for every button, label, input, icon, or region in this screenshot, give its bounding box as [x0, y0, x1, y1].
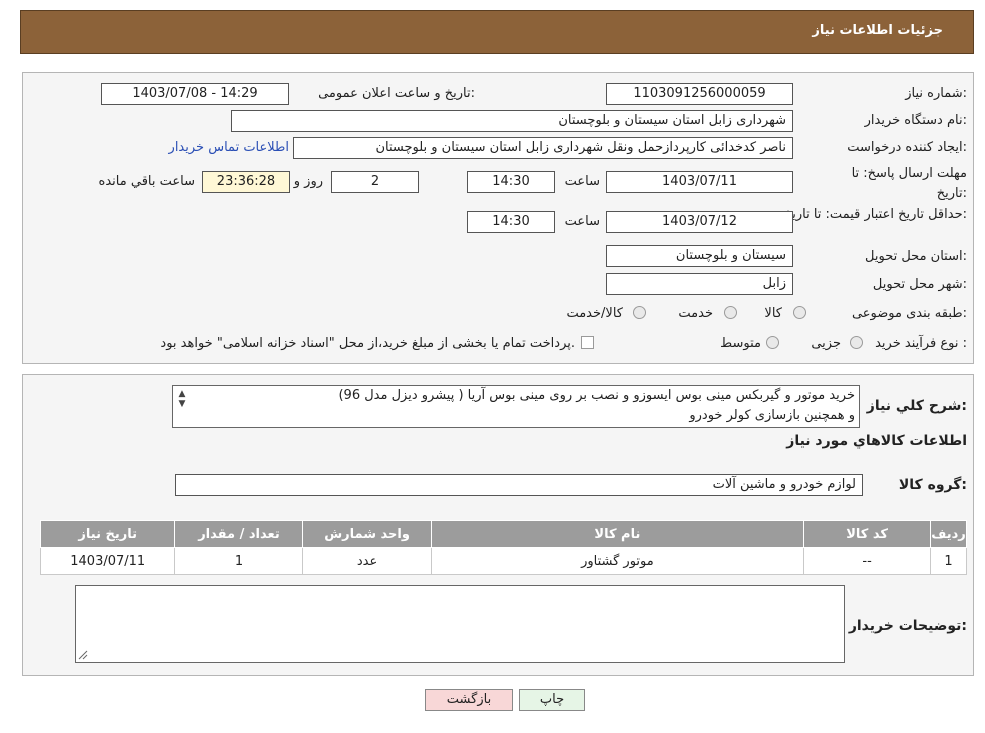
page-header: جزئیات اطلاعات نیاز: [20, 10, 974, 54]
description-line-2: و همچنین بازسازی کولر خودرو: [689, 408, 855, 423]
buyer-org-label: نام دستگاه خریدار:: [864, 113, 967, 128]
category-goods-service-radio[interactable]: [633, 306, 646, 319]
description-textarea[interactable]: خرید موتور و گیربکس مینی بوس ایسوزو و نص…: [172, 385, 860, 428]
validity-time-field: 14:30: [467, 211, 555, 233]
announce-datetime-field: 1403/07/08 - 14:29: [101, 83, 289, 105]
goods-table: ردیف کد کالا نام کالا واحد شمارش تعداد /…: [39, 520, 967, 575]
scroll-arrows-icon[interactable]: ▲ ▼: [175, 389, 189, 425]
buyer-org-field: شهرداری زابل استان سیستان و بلوچستان: [231, 110, 793, 132]
purchase-medium-label: متوسط: [720, 336, 761, 351]
cell-quantity: 1: [174, 547, 304, 575]
requester-label: ایجاد کننده درخواست:: [847, 140, 967, 155]
category-goods-service-label: کالا/خدمت: [566, 306, 623, 321]
cell-need-date: 1403/07/11: [39, 547, 176, 575]
goods-group-label: گروه کالا:: [898, 477, 967, 493]
validity-date-field: 1403/07/12: [606, 211, 793, 233]
category-goods-radio[interactable]: [793, 306, 806, 319]
price-validity-label: حداقل تاریخ اعتبار قیمت: تا تاریخ:: [783, 207, 967, 222]
cell-unit: عدد: [302, 547, 432, 575]
category-service-label: خدمت: [678, 306, 713, 321]
back-button[interactable]: بازگشت: [425, 689, 513, 711]
delivery-province-field: سیستان و بلوچستان: [606, 245, 793, 267]
delivery-city-field: زابل: [606, 273, 793, 295]
purchase-minor-label: جزیی: [811, 336, 841, 351]
requester-field: ناصر کدخدائی کارپردازحمل ونقل شهرداری زا…: [293, 137, 793, 159]
description-line-1: خرید موتور و گیربکس مینی بوس ایسوزو و نص…: [338, 388, 855, 403]
reply-days-field: 2: [331, 171, 419, 193]
goods-table-header: ردیف کد کالا نام کالا واحد شمارش تعداد /…: [39, 520, 967, 548]
print-button[interactable]: چاپ: [519, 689, 585, 711]
purchase-minor-radio[interactable]: [850, 336, 863, 349]
treasury-checkbox[interactable]: [581, 336, 594, 349]
day-and-label: روز و: [293, 174, 323, 189]
goods-group-field: لوازم خودرو و ماشین آلات: [175, 474, 863, 496]
goods-info-title: اطلاعات کالاهاي مورد نياز: [786, 433, 967, 449]
delivery-province-label: استان محل تحویل:: [865, 249, 967, 264]
reply-date-field: 1403/07/11: [606, 171, 793, 193]
category-goods-label: کالا: [764, 306, 782, 321]
delivery-city-label: شهر محل تحویل:: [872, 277, 967, 292]
buyer-notes-label: توضیحات خریدار:: [848, 618, 967, 634]
buyer-notes-textarea[interactable]: [75, 585, 845, 663]
reply-time-label: ساعت: [564, 174, 600, 189]
page-title: جزئیات اطلاعات نیاز: [812, 23, 943, 38]
col-unit: واحد شمارش: [302, 520, 432, 548]
col-quantity: تعداد / مقدار: [174, 520, 304, 548]
cell-goods-code: --: [803, 547, 932, 575]
col-goods-code: کد کالا: [803, 520, 932, 548]
description-label: شرح كلي نياز:: [866, 398, 967, 414]
table-row: 1 -- موتور گشتاور عدد 1 1403/07/11: [39, 547, 967, 575]
col-row-number: ردیف: [930, 520, 967, 548]
reply-remaining-field: 23:36:28: [202, 171, 290, 193]
purchase-type-label: نوع فرآیند خرید :: [875, 336, 967, 351]
remaining-label: ساعت باقي مانده: [98, 174, 195, 189]
purchase-note: پرداخت تمام یا بخشی از مبلغ خرید،از محل …: [160, 336, 575, 351]
cell-row-number: 1: [930, 547, 967, 575]
reply-deadline-label: مهلت ارسال پاسخ: تا تاریخ:: [851, 166, 967, 201]
col-need-date: تاریخ نیاز: [39, 520, 176, 548]
col-goods-name: نام کالا: [430, 520, 805, 548]
reply-time-field: 14:30: [467, 171, 555, 193]
cell-goods-name: موتور گشتاور: [430, 547, 805, 575]
announce-datetime-label: تاریخ و ساعت اعلان عمومی:: [318, 86, 475, 101]
validity-time-label: ساعت: [564, 214, 600, 229]
need-number-field: 1103091256000059: [606, 83, 793, 105]
purchase-medium-radio[interactable]: [766, 336, 779, 349]
category-label: طبقه بندی موضوعی:: [851, 306, 967, 321]
need-number-label: شماره نیاز:: [905, 86, 967, 101]
category-service-radio[interactable]: [724, 306, 737, 319]
resize-grip-icon[interactable]: [78, 650, 88, 660]
buyer-contact-link[interactable]: اطلاعات تماس خریدار: [169, 140, 289, 155]
